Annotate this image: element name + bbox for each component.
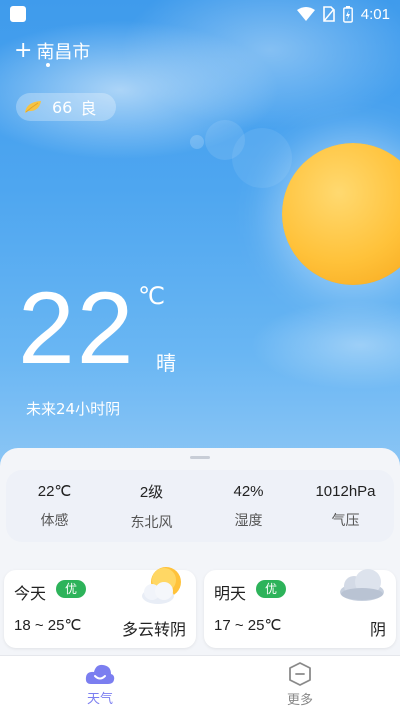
day-name: 今天: [14, 584, 47, 603]
day-name: 明天: [214, 584, 247, 603]
detail-feels-like: 22℃ 体感: [6, 470, 103, 542]
wifi-icon: [296, 7, 315, 21]
bottom-tab-bar: 天气 更多: [0, 655, 400, 712]
detail-value: 2级: [139, 483, 164, 501]
air-quality-tag: 优: [56, 580, 86, 598]
current-condition: 晴: [156, 351, 176, 375]
detail-label: 东北风: [130, 514, 173, 531]
drag-handle[interactable]: [190, 456, 210, 459]
cloud-decoration: [250, 300, 400, 390]
cloud-icon: [340, 569, 384, 601]
day-condition: 阴: [369, 620, 386, 639]
temperature-unit: ℃: [138, 282, 165, 310]
leaf-icon: [24, 100, 42, 114]
lens-flare: [232, 128, 292, 188]
city-name: 南昌市: [36, 42, 91, 63]
air-quality-badge[interactable]: 66 良: [16, 93, 116, 121]
partly-cloudy-sun-icon: [142, 567, 181, 604]
page-indicator-dot: [46, 63, 50, 67]
add-city-icon[interactable]: +: [14, 40, 32, 62]
day-condition: 多云转阴: [121, 620, 186, 639]
detail-wind: 2级 东北风: [103, 470, 200, 542]
tomorrow-forecast-card[interactable]: 明天 优 17 ~ 25℃ 阴: [204, 569, 396, 648]
tab-label: 更多: [286, 692, 313, 708]
today-forecast-card[interactable]: 今天 优 18 ~ 25℃ 多云转阴: [4, 567, 196, 648]
aqi-level: 良: [80, 99, 97, 118]
temperature-range: 18 ~ 25℃: [14, 617, 82, 634]
weather-details-card: 22℃ 体感 2级 东北风 42% 湿度 1012hPa 气压: [6, 470, 394, 542]
forecast-note: 未来24小时阴: [26, 400, 121, 418]
sun-icon: [282, 143, 400, 285]
detail-value: 1012hPa: [315, 482, 376, 500]
current-temperature: 22: [18, 271, 136, 385]
detail-pressure: 1012hPa 气压: [297, 470, 394, 542]
notification-icon: [10, 6, 26, 22]
tab-label: 天气: [86, 691, 113, 707]
location-selector[interactable]: + 南昌市: [14, 38, 90, 64]
weather-tab-icon: [85, 664, 115, 684]
status-bar: 4:01: [0, 0, 400, 28]
air-quality-tag: 优: [256, 580, 286, 598]
detail-humidity: 42% 湿度: [200, 470, 297, 542]
detail-label: 湿度: [234, 512, 263, 529]
more-tab-icon: [289, 661, 311, 686]
aqi-value: 66: [52, 97, 73, 117]
detail-value: 22℃: [37, 483, 72, 500]
temperature-range: 17 ~ 25℃: [214, 617, 282, 634]
clock: 4:01: [360, 5, 390, 23]
detail-label: 体感: [40, 513, 69, 529]
detail-value: 42%: [233, 482, 264, 500]
battery-charging-icon: [342, 5, 353, 23]
lens-flare: [190, 135, 204, 149]
no-sim-icon: [322, 6, 335, 22]
tab-weather[interactable]: 天气: [0, 656, 200, 712]
tab-more[interactable]: 更多: [200, 656, 400, 712]
detail-label: 气压: [331, 512, 360, 529]
